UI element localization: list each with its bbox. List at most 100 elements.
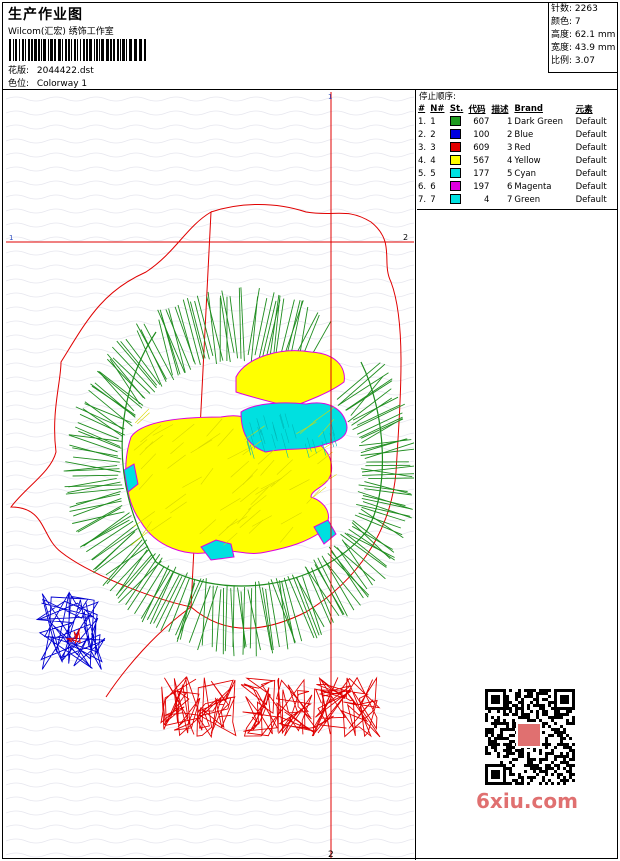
legend-desc: Red — [514, 142, 531, 153]
legend-n: 1 — [430, 116, 436, 127]
barcode-bar — [120, 39, 121, 61]
color-swatch — [449, 168, 461, 179]
barcode-bar — [58, 39, 61, 61]
colorway-label: 色位: — [8, 79, 30, 89]
legend-row: 3. 3 609 3 Red Default — [417, 141, 617, 154]
barcode-bar — [68, 39, 70, 61]
barcode-bar — [9, 39, 11, 61]
barcode-bar — [83, 39, 85, 61]
barcode-bar — [25, 39, 26, 61]
legend-element — [615, 180, 617, 193]
page-title: 生产作业图 — [8, 7, 83, 23]
legend-brand: Default — [575, 168, 607, 179]
guide-label-left: 1 — [9, 234, 13, 242]
legend-swatch — [449, 128, 468, 141]
design-file-value: 2044422.dst — [36, 66, 94, 76]
legend-n: 7 — [430, 194, 436, 205]
barcode-bar — [80, 39, 81, 61]
legend-idx: 3. — [418, 142, 427, 153]
production-worksheet: 生产作业图 Wilcom(汇宏) 绣饰工作室 花版: 2044422.dst 色… — [2, 2, 618, 860]
barcode-bar — [50, 39, 53, 61]
barcode-bar — [74, 39, 76, 61]
legend-idx: 1. — [418, 116, 427, 127]
legend-element — [615, 154, 617, 167]
legend-caption: 停止顺序: — [419, 92, 456, 102]
color-swatch — [449, 194, 461, 205]
legend-element — [615, 167, 617, 180]
legend-n: 5 — [430, 168, 436, 179]
barcode-bar — [101, 39, 104, 61]
legend-row: 4. 4 567 4 Yellow Default — [417, 154, 617, 167]
col-desc: 描述 — [491, 104, 509, 115]
barcode-bar — [126, 39, 127, 61]
qr-finder — [560, 695, 569, 704]
legend-desc: Cyan — [514, 168, 536, 179]
qr-code — [475, 687, 585, 787]
stat-width: 宽度: 43.9 mm — [551, 43, 616, 53]
barcode-bar — [28, 39, 30, 61]
guide-label-top: 1 — [328, 93, 332, 101]
guide-label-bottom: 2 — [328, 850, 334, 858]
legend-header-row: # N# St. 代码 描述 Brand 元素 — [417, 102, 617, 115]
qr-seal-logo — [516, 722, 542, 748]
legend-stitches: 177 — [473, 168, 490, 179]
stat-colors: 颜色: 7 — [551, 17, 581, 27]
legend-idx: 2. — [418, 129, 427, 140]
barcode-bar — [38, 39, 40, 61]
guide-label-right: 2 — [403, 233, 408, 242]
barcode-bar — [15, 39, 17, 61]
color-swatch — [449, 116, 461, 127]
legend-stitches: 609 — [473, 142, 490, 153]
barcode-bar — [113, 39, 115, 61]
col-idx: # — [418, 103, 426, 114]
barcode-bar — [122, 39, 125, 61]
col-element: 元素 — [575, 104, 593, 115]
legend-swatch — [449, 154, 468, 167]
legend-desc: Dark Green — [514, 116, 564, 127]
legend-row: 1. 1 607 1 Dark Green Default — [417, 115, 617, 128]
barcode — [9, 39, 149, 61]
legend-code: 2 — [507, 129, 513, 140]
legend-brand: Default — [575, 129, 607, 140]
legend-desc: Green — [514, 194, 541, 205]
barcode-bar — [31, 39, 33, 61]
barcode-bar — [41, 39, 42, 61]
legend-element — [615, 115, 617, 128]
color-swatch — [449, 181, 461, 192]
green-stitch — [368, 477, 414, 480]
legend-desc: Yellow — [514, 155, 541, 166]
watermark-text: 6xiu.com — [476, 789, 578, 813]
legend-row: 7. 7 4 7 Green Default — [417, 193, 617, 206]
legend-row: 2. 2 100 2 Blue Default — [417, 128, 617, 141]
legend-swatch — [449, 141, 468, 154]
stat-scale: 比例: 3.07 — [551, 56, 595, 66]
col-code: 代码 — [468, 104, 486, 115]
legend-brand: Default — [575, 194, 607, 205]
design-stats: 针数: 2263 颜色: 7 高度: 62.1 mm 宽度: 43.9 mm 比… — [548, 3, 617, 73]
col-stitches: St. — [449, 103, 464, 114]
stat-stitches: 针数: 2263 — [551, 4, 598, 14]
company-name: Wilcom(汇宏) 绣饰工作室 — [8, 27, 114, 37]
qr-finder — [491, 695, 500, 704]
barcode-bar — [48, 39, 49, 61]
barcode-bar — [96, 39, 98, 61]
legend-idx: 4. — [418, 155, 427, 166]
col-brand: Brand — [514, 103, 543, 114]
legend-n: 4 — [430, 155, 436, 166]
legend-element — [615, 128, 617, 141]
color-swatch — [449, 129, 461, 140]
legend-brand: Default — [575, 181, 607, 192]
barcode-bar — [43, 39, 46, 61]
embroidery-preview: 1 2 1 2 — [6, 92, 414, 858]
stop-sequence-legend: 停止顺序: # N# St. 代码 描述 Brand 元素 1. 1 607 1 Dar… — [417, 90, 617, 210]
legend-stitches: 567 — [473, 155, 490, 166]
colorway-value: Colorway 1 — [36, 79, 88, 89]
header-info: 生产作业图 Wilcom(汇宏) 绣饰工作室 花版: 2044422.dst 色… — [6, 3, 546, 91]
legend-brand: Default — [575, 116, 607, 127]
legend-swatch — [449, 193, 468, 206]
legend-stitches: 4 — [484, 194, 490, 205]
barcode-bar — [144, 39, 146, 61]
barcode-bar — [19, 39, 20, 61]
color-swatch — [449, 155, 461, 166]
barcode-bar — [34, 39, 37, 61]
